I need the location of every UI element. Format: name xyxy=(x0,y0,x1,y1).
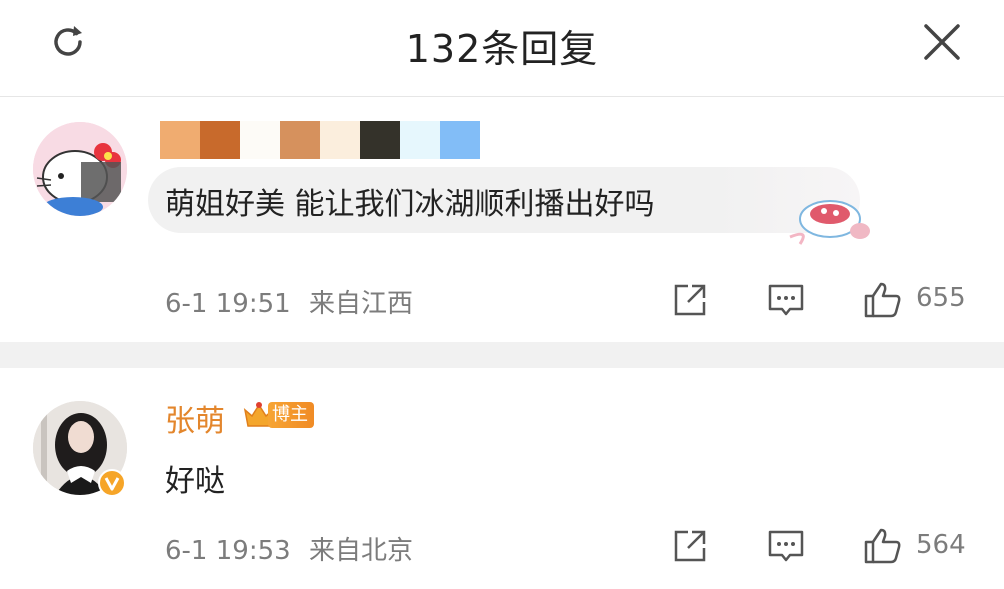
verified-icon xyxy=(98,469,126,497)
blogger-badge: 博主 xyxy=(242,400,314,430)
separator xyxy=(0,342,1004,368)
close-icon[interactable] xyxy=(920,20,964,64)
share-icon[interactable] xyxy=(670,280,710,320)
like-count: 655 xyxy=(916,283,966,313)
comment-location: 来自江西 xyxy=(308,289,413,319)
replies-title: 132条回复 xyxy=(405,27,599,71)
comment-time: 6-1 19:51 xyxy=(165,289,291,319)
avatar-image xyxy=(33,122,127,216)
comment-text: 萌姐好美 能让我们冰湖顺利播出好吗 xyxy=(165,187,655,222)
dessert-sticker-icon xyxy=(789,200,870,245)
badge-label: 博主 xyxy=(268,402,314,428)
share-icon[interactable] xyxy=(670,526,710,566)
thumbs-up-icon[interactable] xyxy=(862,526,902,566)
dialog-header: 132条回复 xyxy=(0,0,1004,97)
comment-text: 好哒 xyxy=(165,464,225,499)
comment-item: 萌姐好美 能让我们冰湖顺利播出好吗 6-1 19:51 来自江西 655 xyxy=(0,97,1004,342)
avatar[interactable] xyxy=(33,122,127,216)
comment-meta: 6-1 19:51 来自江西 xyxy=(165,283,413,320)
thumbs-up-icon[interactable] xyxy=(862,280,902,320)
comment-icon[interactable] xyxy=(766,280,806,320)
like-count: 564 xyxy=(916,530,966,560)
comment-meta: 6-1 19:53 来自北京 xyxy=(165,530,413,567)
blurred-username[interactable] xyxy=(160,121,480,159)
comment-time: 6-1 19:53 xyxy=(165,536,291,566)
author-name[interactable]: 张萌 xyxy=(165,396,225,440)
comment-location: 来自北京 xyxy=(308,536,413,566)
comment-icon[interactable] xyxy=(766,526,806,566)
comment-item: 张萌 博主 好哒 6-1 19:53 来自北京 564 xyxy=(0,368,1004,589)
